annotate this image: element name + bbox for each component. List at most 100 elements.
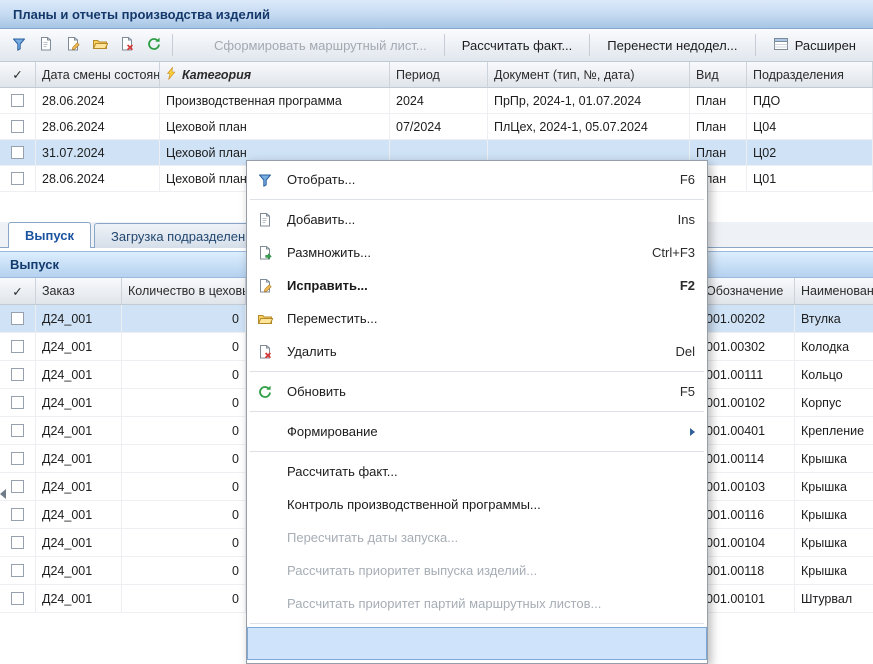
menu-separator: [247, 368, 707, 375]
cell-period: 2024: [390, 88, 488, 113]
row-checkbox[interactable]: [11, 508, 24, 521]
cell-code: 001.00104: [700, 529, 795, 556]
row-checkbox[interactable]: [11, 312, 24, 325]
edit-document-button[interactable]: [59, 32, 86, 58]
menu-separator: [247, 196, 707, 203]
cell-qty: 0: [122, 529, 246, 556]
column-header-document[interactable]: Документ (тип, №, дата): [488, 62, 690, 87]
submenu-arrow-icon: [690, 428, 695, 436]
cell-qty: 0: [122, 473, 246, 500]
cell-code: 001.00401: [700, 417, 795, 444]
row-checkbox[interactable]: [11, 368, 24, 381]
cell-document: ПлЦех, 2024-1, 05.07.2024: [488, 114, 690, 139]
delete-document-icon: [119, 36, 135, 55]
column-header-order[interactable]: Заказ: [36, 278, 122, 304]
row-checkbox[interactable]: [11, 396, 24, 409]
menu-item-add[interactable]: Добавить... Ins: [247, 203, 707, 236]
row-checkbox[interactable]: [11, 340, 24, 353]
menu-item-refresh[interactable]: Обновить F5: [247, 375, 707, 408]
toolbar: Сформировать маршрутный лист... Рассчита…: [0, 29, 873, 62]
move-folder-button[interactable]: [86, 32, 113, 58]
tab-output[interactable]: Выпуск: [8, 222, 91, 248]
add-document-button[interactable]: [32, 32, 59, 58]
move-folder-icon: [253, 311, 277, 327]
extended-view-button[interactable]: Расширен: [761, 36, 868, 55]
app-window: Планы и отчеты производства изделий Сфор…: [0, 0, 873, 664]
column-header-qty[interactable]: Количество в цеховых планах: [122, 278, 246, 304]
menu-item-duplicate[interactable]: Размножить... Ctrl+F3: [247, 236, 707, 269]
row-checkbox[interactable]: [11, 120, 24, 133]
column-header-date[interactable]: Дата смены состояния: [36, 62, 160, 87]
cell-order: Д24_001: [36, 389, 122, 416]
row-checkbox[interactable]: [11, 172, 24, 185]
transfer-backlog-button[interactable]: Перенести недодел...: [595, 38, 749, 53]
column-header-check[interactable]: ✓: [0, 62, 36, 87]
row-checkbox[interactable]: [11, 94, 24, 107]
column-header-name[interactable]: Наименование: [795, 278, 873, 304]
menu-item-program-control[interactable]: Контроль производственной программы...: [247, 488, 707, 521]
extended-view-icon: [773, 36, 789, 55]
cell-order: Д24_001: [36, 473, 122, 500]
menu-separator: [247, 448, 707, 455]
column-header-code[interactable]: Обозначение: [700, 278, 795, 304]
tab-bar: Выпуск Загрузка подразделений: [8, 222, 277, 248]
column-header-division[interactable]: Подразделения: [747, 62, 873, 87]
menu-item-calc-fact[interactable]: Рассчитать факт...: [247, 455, 707, 488]
cell-kind: План: [690, 88, 747, 113]
table-row[interactable]: 28.06.2024 Цеховой план 07/2024 ПлЦех, 2…: [0, 114, 873, 140]
row-checkbox-cell: [0, 557, 36, 584]
menu-item-delete[interactable]: Удалить Del: [247, 335, 707, 368]
delete-document-button[interactable]: [113, 32, 140, 58]
cell-name: Крышка: [795, 501, 873, 528]
row-checkbox-cell: [0, 140, 36, 165]
add-document-icon: [38, 36, 54, 55]
row-checkbox-cell: [0, 166, 36, 191]
row-checkbox[interactable]: [11, 536, 24, 549]
cell-code: 001.00116: [700, 501, 795, 528]
row-checkbox[interactable]: [11, 564, 24, 577]
menu-item-formation[interactable]: Формирование: [247, 415, 707, 448]
menu-separator: [247, 408, 707, 415]
menu-item-filter[interactable]: Отобрать... F6: [247, 163, 707, 196]
delete-document-icon: [253, 344, 277, 360]
menu-item-move[interactable]: Переместить...: [247, 302, 707, 335]
cell-category: Производственная программа: [160, 88, 390, 113]
cell-document: ПрПр, 2024-1, 01.07.2024: [488, 88, 690, 113]
menu-item-transfer-backlog[interactable]: [247, 627, 707, 660]
calc-fact-button[interactable]: Рассчитать факт...: [450, 38, 585, 53]
column-header-kind[interactable]: Вид: [690, 62, 747, 87]
row-checkbox-cell: [0, 305, 36, 332]
menu-item-recalc-launch-dates: Пересчитать даты запуска...: [247, 521, 707, 554]
column-header-category[interactable]: Категория: [160, 62, 390, 87]
cell-code: 001.00101: [700, 585, 795, 612]
table-row[interactable]: 28.06.2024 Производственная программа 20…: [0, 88, 873, 114]
row-checkbox[interactable]: [11, 480, 24, 493]
menu-item-edit[interactable]: Исправить... F2: [247, 269, 707, 302]
column-header-period[interactable]: Период: [390, 62, 488, 87]
cell-name: Крепление: [795, 417, 873, 444]
refresh-icon: [146, 36, 162, 55]
cell-division: ПДО: [747, 88, 873, 113]
row-checkbox-cell: [0, 389, 36, 416]
row-checkbox[interactable]: [11, 424, 24, 437]
cell-order: Д24_001: [36, 305, 122, 332]
plans-table-header: ✓ Дата смены состояния Категория Период …: [0, 62, 873, 88]
cell-name: Крышка: [795, 557, 873, 584]
row-checkbox[interactable]: [11, 146, 24, 159]
cell-division: Ц01: [747, 166, 873, 191]
row-checkbox-cell: [0, 333, 36, 360]
refresh-button[interactable]: [140, 32, 167, 58]
move-folder-icon: [92, 36, 108, 55]
row-checkbox[interactable]: [11, 452, 24, 465]
row-checkbox-cell: [0, 417, 36, 444]
row-checkbox[interactable]: [11, 592, 24, 605]
splitter-collapse-arrow[interactable]: [0, 486, 9, 502]
row-checkbox-cell: [0, 361, 36, 388]
filter-button[interactable]: [5, 32, 32, 58]
cell-order: Д24_001: [36, 417, 122, 444]
cell-qty: 0: [122, 445, 246, 472]
cell-qty: 0: [122, 333, 246, 360]
column-header-check[interactable]: ✓: [0, 278, 36, 304]
cell-kind: План: [690, 114, 747, 139]
form-route-list-button: Сформировать маршрутный лист...: [202, 38, 439, 53]
